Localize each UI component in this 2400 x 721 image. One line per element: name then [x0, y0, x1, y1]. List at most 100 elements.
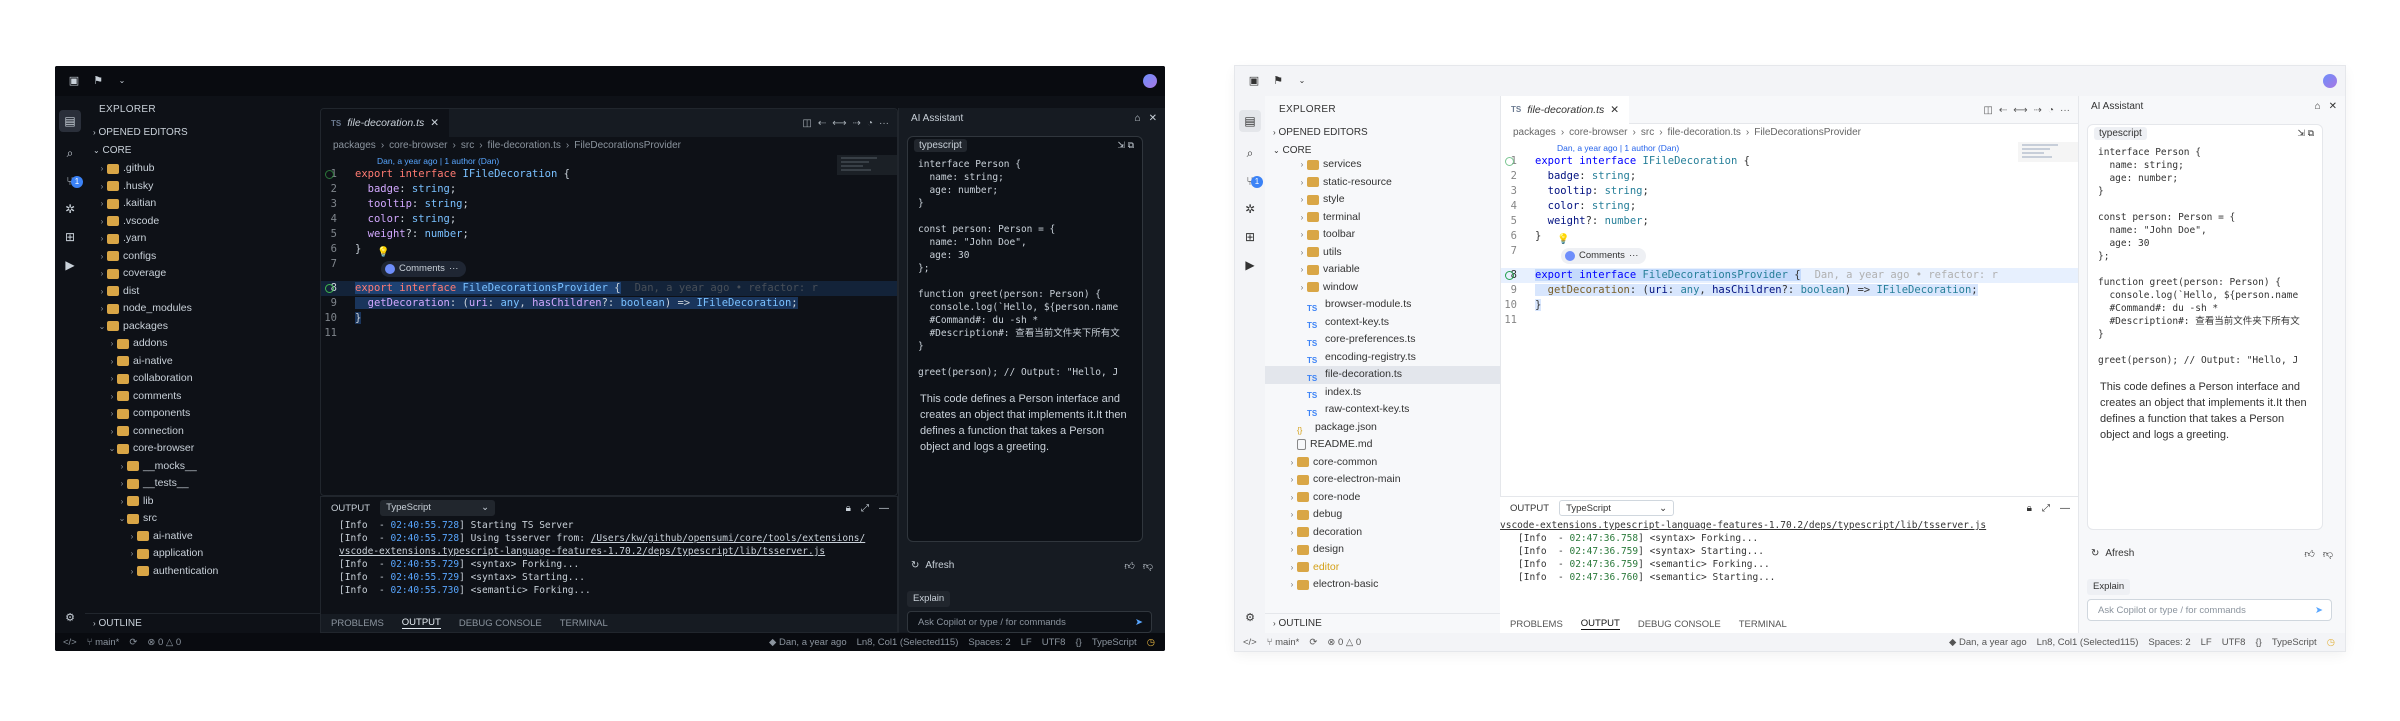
- lightbulb-icon[interactable]: 💡: [1557, 234, 1569, 245]
- code-line[interactable]: 6}: [321, 242, 897, 257]
- tree-item[interactable]: › .kaitian: [85, 195, 320, 213]
- send-icon[interactable]: ➤: [1135, 612, 1143, 633]
- code-icon[interactable]: </>: [63, 637, 77, 648]
- tree-item[interactable]: › __tests__: [85, 475, 320, 493]
- code-area[interactable]: Dan, a year ago | 1 author (Dan) 1 export…: [1501, 142, 2078, 328]
- tree-item[interactable]: ⌄ packages: [85, 318, 320, 336]
- tree-item[interactable]: › .yarn: [85, 230, 320, 248]
- blame-icon[interactable]: ◔: [867, 118, 873, 129]
- code-line[interactable]: 6}: [1501, 229, 2078, 244]
- files-icon[interactable]: ▤: [59, 110, 81, 132]
- problems-status[interactable]: ⊗ 0 △ 0: [147, 637, 181, 648]
- blame-icon[interactable]: ◔: [2048, 105, 2054, 116]
- branch-status[interactable]: ⑂ main*: [87, 637, 120, 648]
- bell-icon[interactable]: ◷: [1147, 637, 1155, 648]
- copy-icon[interactable]: ⧉: [2308, 128, 2314, 138]
- code-line[interactable]: 1 export interface IFileDecoration {: [1501, 154, 2078, 169]
- log-path-link[interactable]: vscode-extensions.typescript-language-fe…: [339, 546, 825, 557]
- chevron-down-icon[interactable]: ⌄: [115, 74, 129, 88]
- breadcrumb-item[interactable]: core-browser: [1569, 124, 1627, 142]
- tree-item[interactable]: TS context-key.ts: [1265, 314, 1500, 332]
- go-forward-icon[interactable]: ⇢: [2034, 105, 2042, 116]
- eol[interactable]: LF: [2201, 637, 2212, 648]
- breadcrumb-item[interactable]: file-decoration.ts: [488, 137, 561, 155]
- debug-icon[interactable]: ✲: [1243, 202, 1257, 216]
- opened-editors-section[interactable]: › OPENED EDITORS: [1265, 124, 1500, 142]
- braces-icon[interactable]: {}: [2255, 637, 2261, 648]
- minimap-viewport[interactable]: [2018, 142, 2078, 162]
- panel-tab[interactable]: TERMINAL: [560, 618, 608, 629]
- code-line[interactable]: 2 badge: string;: [1501, 169, 2078, 184]
- diff-icon[interactable]: ⟷: [2013, 105, 2027, 116]
- tree-item[interactable]: › toolbar: [1265, 226, 1500, 244]
- tree-item[interactable]: README.md: [1265, 436, 1500, 454]
- tree-item[interactable]: › .vscode: [85, 213, 320, 231]
- outline-section[interactable]: › OUTLINE: [85, 613, 320, 633]
- thumbs-up-icon[interactable]: 👍︎: [1124, 560, 1134, 572]
- gear-icon[interactable]: ⚙: [63, 611, 77, 625]
- tree-item[interactable]: › connection: [85, 423, 320, 441]
- sidebar-toggle-icon[interactable]: ▣: [67, 74, 81, 88]
- tree-item[interactable]: › __mocks__: [85, 458, 320, 476]
- account-avatar[interactable]: [1143, 74, 1157, 88]
- bell-icon[interactable]: ◷: [2327, 637, 2335, 648]
- problems-status[interactable]: ⊗ 0 △ 0: [1327, 637, 1361, 648]
- extensions-icon[interactable]: ⊞: [1243, 230, 1257, 244]
- code-line[interactable]: 10}: [1501, 298, 2078, 313]
- encoding[interactable]: UTF8: [1042, 637, 1066, 648]
- breadcrumb-item[interactable]: file-decoration.ts: [1668, 124, 1741, 142]
- tree-item[interactable]: › core-common: [1265, 454, 1500, 472]
- more-icon[interactable]: ···: [879, 118, 889, 129]
- output-channel-select[interactable]: TypeScript ⌄: [1559, 500, 1675, 516]
- diff-icon[interactable]: ⟷: [832, 118, 846, 129]
- indentation[interactable]: Spaces: 2: [968, 637, 1010, 648]
- tree-item[interactable]: TS core-preferences.ts: [1265, 331, 1500, 349]
- copy-icon[interactable]: ⧉: [1128, 140, 1134, 150]
- ai-chat-input[interactable]: Ask Copilot or type / for commands ➤: [907, 611, 1152, 633]
- gutter-change-icon[interactable]: [325, 284, 334, 293]
- close-icon[interactable]: ✕: [2329, 96, 2337, 118]
- tree-item[interactable]: › node_modules: [85, 300, 320, 318]
- language-mode[interactable]: TypeScript: [2272, 637, 2317, 648]
- code-area[interactable]: Dan, a year ago | 1 author (Dan) 1 export…: [321, 155, 897, 341]
- indentation[interactable]: Spaces: 2: [2148, 637, 2190, 648]
- code-line[interactable]: 1 export interface IFileDecoration {: [321, 167, 897, 182]
- history-icon[interactable]: ⌂: [1135, 108, 1141, 130]
- split-editor-icon[interactable]: ◫: [802, 118, 811, 129]
- cursor-position[interactable]: Ln8, Col1 (Selected115): [857, 637, 959, 648]
- core-section[interactable]: ⌄ CORE: [85, 142, 320, 160]
- tree-item[interactable]: › services: [1265, 156, 1500, 174]
- insert-icon[interactable]: ⇲: [2298, 128, 2306, 138]
- panel-tab[interactable]: DEBUG CONSOLE: [459, 618, 542, 629]
- code-line[interactable]: 9 getDecoration: (uri: any, hasChildren?…: [321, 296, 897, 311]
- afresh-button[interactable]: ↻ Afresh: [911, 560, 954, 571]
- branch-icon[interactable]: ⚑: [91, 74, 105, 88]
- breadcrumb-item[interactable]: src: [1641, 124, 1654, 142]
- go-back-icon[interactable]: ⇠: [818, 118, 826, 129]
- tree-item[interactable]: ⌄ src: [85, 510, 320, 528]
- breadcrumb-item[interactable]: packages: [1513, 124, 1556, 142]
- code-line[interactable]: 11: [1501, 313, 2078, 328]
- close-icon[interactable]: ✕: [430, 117, 439, 129]
- tab-file-decoration[interactable]: TS file-decoration.ts ✕: [321, 109, 450, 137]
- code-line[interactable]: 5 weight?: number;: [321, 227, 897, 242]
- eol[interactable]: LF: [1021, 637, 1032, 648]
- thumbs-down-icon[interactable]: 👎︎: [2323, 548, 2333, 560]
- encoding[interactable]: UTF8: [2222, 637, 2246, 648]
- ai-chat-input[interactable]: Ask Copilot or type / for commands ➤: [2087, 599, 2332, 621]
- tree-item[interactable]: ⌄ core-browser: [85, 440, 320, 458]
- tree-item[interactable]: › collaboration: [85, 370, 320, 388]
- panel-tab[interactable]: OUTPUT: [1580, 618, 1620, 630]
- tree-item[interactable]: › editor: [1265, 559, 1500, 577]
- sync-icon[interactable]: ⟳: [1309, 637, 1317, 648]
- comments-more-icon[interactable]: ···: [449, 261, 459, 277]
- output-channel-select[interactable]: TypeScript ⌄: [380, 500, 496, 516]
- tree-item[interactable]: › authentication: [85, 563, 320, 581]
- codelens-blame[interactable]: Dan, a year ago | 1 author (Dan): [321, 155, 897, 167]
- tree-item[interactable]: › application: [85, 545, 320, 563]
- afresh-button[interactable]: ↻ Afresh: [2091, 548, 2134, 559]
- tree-item[interactable]: › configs: [85, 248, 320, 266]
- cursor-position[interactable]: Ln8, Col1 (Selected115): [2037, 637, 2139, 648]
- go-back-icon[interactable]: ⇠: [1999, 105, 2007, 116]
- log-path-link[interactable]: vscode-extensions.typescript-language-fe…: [1500, 520, 1986, 531]
